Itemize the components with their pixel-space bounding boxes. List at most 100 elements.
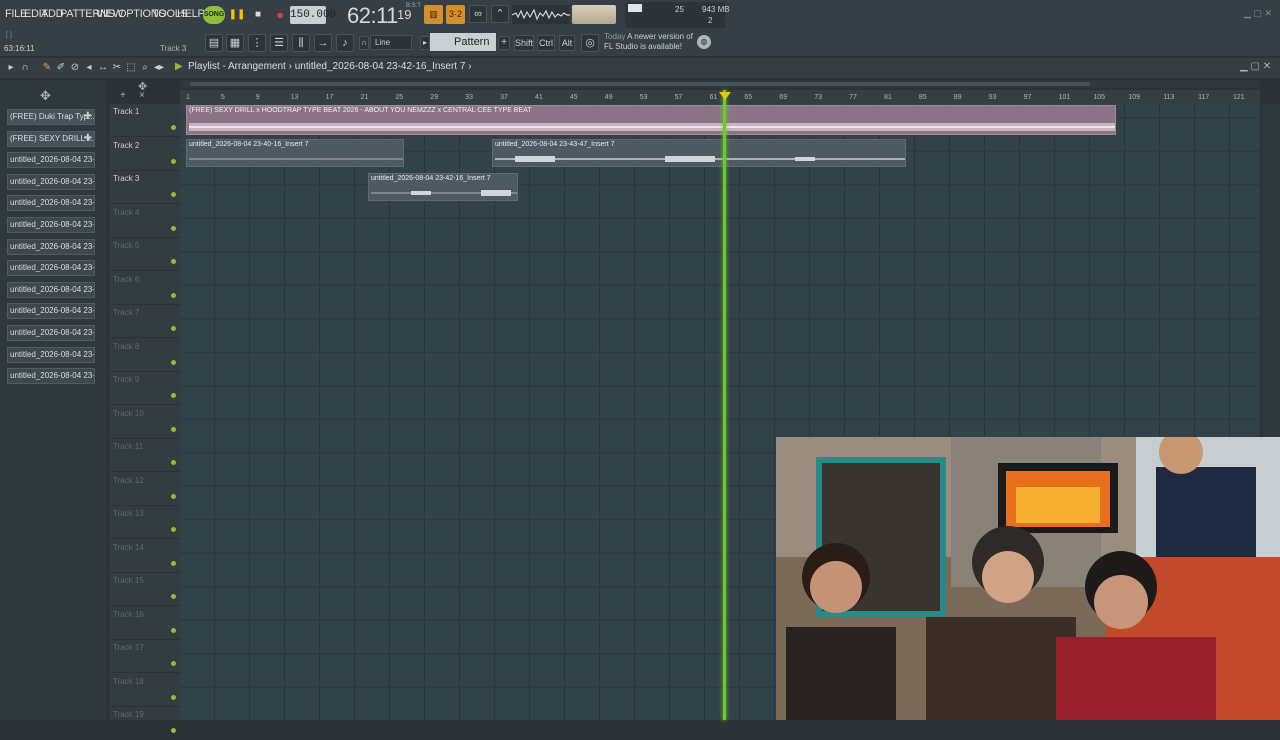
browser-clip-item[interactable]: untitled_2026-08-04 23-...	[7, 325, 95, 341]
record-button[interactable]: ●	[271, 6, 289, 24]
pause-button[interactable]: ❚❚	[228, 6, 246, 24]
playhead-marker-icon[interactable]	[719, 92, 731, 100]
news-panel[interactable]: Today A newer version of FL Studio is av…	[604, 32, 693, 52]
loop-record-icon[interactable]: ∞	[469, 5, 487, 23]
track-mute-icon[interactable]	[171, 527, 176, 532]
track-header[interactable]: Track 6	[110, 272, 180, 305]
playback-tool-icon[interactable]: ◂▸	[153, 62, 165, 74]
track-mute-icon[interactable]	[171, 661, 176, 666]
track-header[interactable]: Track 13	[110, 506, 180, 539]
stop-button[interactable]: ■	[249, 6, 267, 24]
track-header[interactable]: Track 14	[110, 540, 180, 573]
browser-clip-item[interactable]: untitled_2026-08-04 23-...	[7, 173, 95, 190]
zoom-tool-icon[interactable]: ⌕	[139, 62, 151, 74]
track-header[interactable]: Track 8	[110, 339, 180, 372]
browser-clip-item[interactable]: untitled_2026-08-04 23-...	[7, 260, 95, 277]
brush-tool-icon[interactable]: ✐	[55, 62, 67, 74]
magnet-icon[interactable]: ∩	[359, 36, 369, 50]
track-header[interactable]: Track 3	[110, 171, 180, 204]
track-mute-icon[interactable]	[171, 627, 176, 633]
track-mute-icon[interactable]	[171, 493, 176, 499]
track-mute-icon[interactable]	[171, 728, 176, 733]
playhead[interactable]	[723, 90, 726, 720]
delete-tool-icon[interactable]: ⊘	[69, 62, 81, 74]
track-header[interactable]: Track 5	[110, 238, 180, 271]
snap-select[interactable]: Line	[370, 35, 412, 50]
track-header[interactable]: Track 11	[110, 439, 180, 472]
track-mute-icon[interactable]	[171, 426, 176, 432]
track-mute-icon[interactable]	[171, 292, 176, 298]
alt-button[interactable]: Alt	[559, 35, 575, 51]
track-mute-icon[interactable]	[171, 326, 176, 331]
track-mute-icon[interactable]	[171, 225, 176, 231]
track-header[interactable]: Track 10	[110, 406, 180, 439]
track-header[interactable]: Track 19	[110, 707, 180, 740]
browser-clip-item[interactable]: untitled_2026-08-04 23-...	[7, 152, 95, 169]
tempo-display[interactable]: 150.000	[290, 6, 336, 24]
browser-clip-item[interactable]: untitled_2026-08-04 23-...	[7, 217, 95, 233]
select-tool-icon[interactable]: ⬚	[125, 62, 137, 74]
track-mute-icon[interactable]	[171, 158, 176, 164]
menu-help[interactable]: HELP	[177, 8, 205, 20]
mixer-icon[interactable]: ☰	[270, 34, 288, 52]
song-mode-toggle[interactable]: SONG	[203, 6, 225, 24]
track-header[interactable]: Track 17	[110, 640, 180, 673]
magnet-snap-icon[interactable]: ∩	[19, 62, 31, 74]
track-mute-icon[interactable]	[171, 359, 176, 365]
track-mute-icon[interactable]	[171, 259, 176, 264]
track-mute-icon[interactable]	[171, 192, 176, 197]
pattern-prev-icon[interactable]: ▸	[420, 36, 430, 50]
audio-clip-insert7-a[interactable]: untitled_2026-08-04 23-40-16_Insert 7	[186, 139, 404, 167]
track-header[interactable]: Track 2	[110, 138, 180, 171]
browser-clip-item[interactable]: (FREE) Duki Trap Typ... ✚	[7, 109, 95, 125]
track-header[interactable]: Track 9	[110, 372, 180, 405]
browser-clip-item[interactable]: untitled_2026-08-04 23-...	[7, 303, 95, 320]
wait-input-icon[interactable]: ⌃	[491, 5, 509, 23]
browser-clip-item[interactable]: untitled_2026-08-04 23-...	[7, 346, 95, 363]
pencil-tool-icon[interactable]: ✎	[41, 62, 53, 74]
window-controls[interactable]: ▁ ▢ ✕	[1244, 8, 1272, 19]
piano-roll-icon[interactable]: ▦	[226, 34, 244, 52]
metronome-icon[interactable]: ▥	[424, 5, 443, 24]
audio-clip-beat[interactable]: (FREE) SEXY DRILL x HOODTRAP TYPE BEAT 2…	[186, 105, 1116, 135]
track-move-icon[interactable]: ✥	[138, 80, 147, 93]
track-header[interactable]: Track 18	[110, 674, 180, 707]
audio-clip-insert7-c[interactable]: untitled_2026-08-04 23-42-16_Insert 7	[368, 173, 518, 201]
typing-keyboard-icon[interactable]: ◎	[581, 34, 599, 52]
channel-rack-icon[interactable]: ⋮	[248, 34, 266, 52]
browser-clip-item[interactable]: untitled_2026-08-04 23-...	[7, 368, 95, 385]
microphone-icon[interactable]: ♪	[336, 34, 354, 52]
browser-move-icon[interactable]: ✥	[40, 88, 51, 104]
track-mute-icon[interactable]	[171, 393, 176, 398]
track-mute-icon[interactable]	[171, 460, 176, 465]
track-header[interactable]: Track 12	[110, 473, 180, 506]
browser-clip-item[interactable]: untitled_2026-08-04 23-...	[7, 281, 95, 298]
shift-button[interactable]: Shift	[514, 35, 534, 51]
ctrl-button[interactable]: Ctrl	[537, 35, 555, 51]
clip-add-icon[interactable]: ✚	[84, 132, 92, 146]
clip-add-icon[interactable]: ✚	[84, 110, 92, 124]
mute-tool-icon[interactable]: ◂	[83, 62, 95, 74]
playlist-icon[interactable]: ▤	[205, 34, 223, 52]
pattern-select[interactable]: Pattern 1	[430, 33, 496, 66]
slip-tool-icon[interactable]: ↔	[97, 62, 109, 74]
track-header[interactable]: Track 7	[110, 305, 180, 338]
audio-clip-insert7-b[interactable]: untitled_2026-08-04 23-43-47_Insert 7	[492, 139, 906, 167]
playlist-window-controls[interactable]: ▁ ▢ ✕	[1240, 61, 1271, 72]
track-header[interactable]: Track 1	[110, 104, 180, 137]
plugin-picker-icon[interactable]: ⫼	[292, 34, 310, 52]
track-mute-icon[interactable]	[171, 594, 176, 599]
news-globe-icon[interactable]: ◍	[697, 35, 711, 49]
track-header[interactable]: Track 16	[110, 607, 180, 640]
slice-tool-icon[interactable]: ✂	[111, 62, 123, 74]
track-header[interactable]: Track 15	[110, 573, 180, 606]
add-pattern-icon[interactable]: +	[498, 36, 510, 50]
track-mute-icon[interactable]	[171, 125, 176, 130]
track-mute-icon[interactable]	[171, 694, 176, 700]
browser-clip-item[interactable]: (FREE) SEXY DRILL x... ✚	[7, 130, 95, 147]
track-header[interactable]: Track 4	[110, 205, 180, 238]
playlist-play-icon[interactable]: ▶	[175, 61, 183, 72]
browser-clip-item[interactable]: untitled_2026-08-04 23-...	[7, 238, 95, 255]
add-track-icon[interactable]: +	[120, 90, 126, 101]
browser-clip-item[interactable]: untitled_2026-08-04 23-...	[7, 195, 95, 212]
